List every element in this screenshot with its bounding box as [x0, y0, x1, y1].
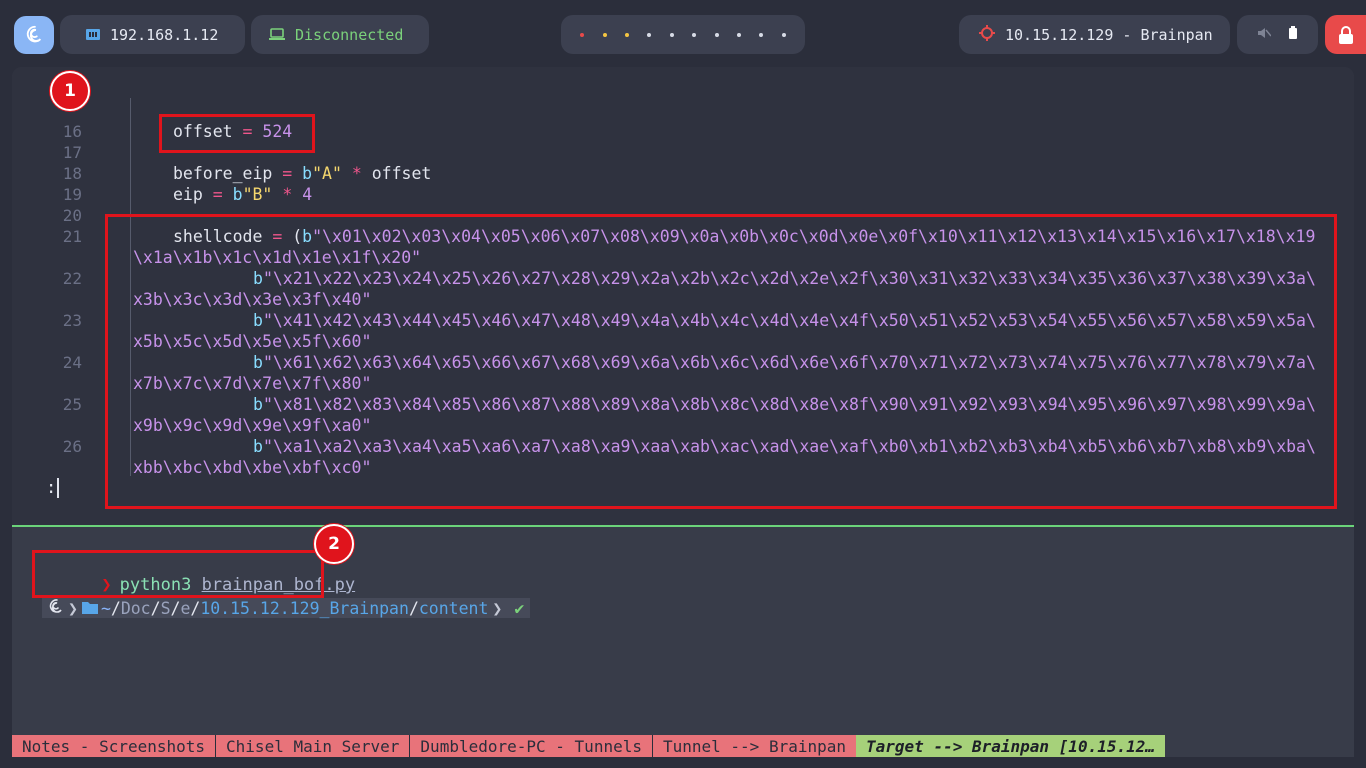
shell-pane[interactable]: ❯ python3 brainpan_bof.py ❯ ~ / Doc / S / e/10.…: [12, 524, 1354, 735]
prompt-os-segment: ❯ ~ / Doc / S / e/10.15.12.129_Brainpan / conten…: [42, 598, 531, 618]
target-pill[interactable]: 10.15.12.129 - Brainpan: [959, 15, 1230, 54]
line-number: 22: [62, 269, 82, 288]
tmux-window-active[interactable]: Target --> Brainpan [10.15.12…: [856, 735, 1165, 757]
line-number: 19: [62, 185, 82, 204]
workspace-10-indicator[interactable]: [781, 32, 786, 37]
debian-swirl-icon: [48, 598, 64, 618]
lock-icon[interactable]: [1325, 15, 1366, 54]
workspace-2-indicator[interactable]: [602, 32, 607, 37]
workspace-5-indicator[interactable]: [669, 32, 674, 37]
annotation-badge-2: 2: [314, 524, 354, 564]
terminal-window[interactable]: 16 offset = 524 17 18 before_eip = b"A" …: [12, 67, 1354, 757]
line-number: 26: [62, 437, 82, 456]
workspace-9-indicator[interactable]: [759, 32, 764, 37]
text-cursor: [57, 478, 60, 498]
target-text: 10.15.12.129 - Brainpan: [1005, 25, 1213, 44]
battery-icon[interactable]: [1289, 26, 1297, 43]
line-number: 21: [62, 227, 82, 246]
code-line-before-eip: before_eip = b"A" * offset: [173, 164, 432, 183]
folder-icon: [81, 599, 98, 618]
path-ip-dir: 10.15.12.129_Brainpan: [200, 598, 409, 618]
path-part: e: [180, 598, 191, 618]
vpn-status-pill[interactable]: Disconnected: [251, 15, 429, 54]
tmux-window-1[interactable]: Notes - Screenshots: [12, 735, 216, 757]
vpn-status-text: Disconnected: [295, 25, 404, 44]
success-check-icon: ✔: [514, 598, 525, 618]
tmux-window-4[interactable]: Tunnel --> Brainpan: [651, 735, 857, 757]
workspace-4-indicator[interactable]: [647, 32, 652, 37]
system-tray: [1237, 15, 1318, 54]
tmux-status-bar: Notes - Screenshots Chisel Main Server D…: [12, 735, 1354, 757]
volume-muted-icon[interactable]: [1258, 27, 1272, 43]
top-bar: 192.168.1.12 Disconnected 10.15.12.129 -…: [0, 0, 1366, 68]
path-part: S: [160, 598, 171, 618]
line-number: 17: [62, 143, 82, 162]
network-icon: [86, 26, 100, 44]
workspace-1-indicator[interactable]: [580, 32, 585, 37]
local-ip-text: 192.168.1.12: [110, 25, 219, 44]
highlight-box-offset: [159, 114, 315, 153]
debian-logo-icon[interactable]: [14, 16, 54, 54]
workspace-7-indicator[interactable]: [714, 32, 719, 37]
line-number: 24: [62, 353, 82, 372]
line-number: 25: [62, 395, 82, 414]
highlight-box-shellcode: [105, 214, 1337, 509]
segment-separator-icon: ❯: [68, 598, 78, 618]
highlight-box-command: [32, 550, 324, 598]
segment-separator-icon: ❯: [492, 598, 503, 618]
path-current-dir: content: [418, 598, 489, 618]
path-part: Doc: [120, 598, 151, 618]
workspace-switcher[interactable]: [561, 15, 805, 54]
line-number: 18: [62, 164, 82, 183]
line-number: 20: [62, 206, 82, 225]
local-ip-pill[interactable]: 192.168.1.12: [60, 15, 245, 54]
line-number: 23: [62, 311, 82, 330]
laptop-icon: [269, 26, 285, 44]
workspace-6-indicator[interactable]: [692, 32, 697, 37]
annotation-badge-1: 1: [50, 71, 90, 111]
line-number: 16: [62, 122, 82, 141]
tmux-window-3[interactable]: Dumbledore-PC - Tunnels: [409, 735, 652, 757]
path-home: ~: [100, 598, 111, 618]
workspace-8-indicator[interactable]: [736, 32, 741, 37]
editor-pane[interactable]: 16 offset = 524 17 18 before_eip = b"A" …: [12, 67, 1354, 526]
pager-prompt[interactable]: :: [46, 478, 60, 498]
code-line-eip: eip = b"B" * 4: [173, 185, 313, 204]
workspace-3-indicator[interactable]: [624, 32, 629, 37]
prompt-line: ❯ ~ / Doc / S / e/10.15.12.129_Brainpan / conten…: [42, 598, 531, 618]
crosshair-icon: [979, 24, 995, 45]
tmux-window-2[interactable]: Chisel Main Server: [215, 735, 410, 757]
